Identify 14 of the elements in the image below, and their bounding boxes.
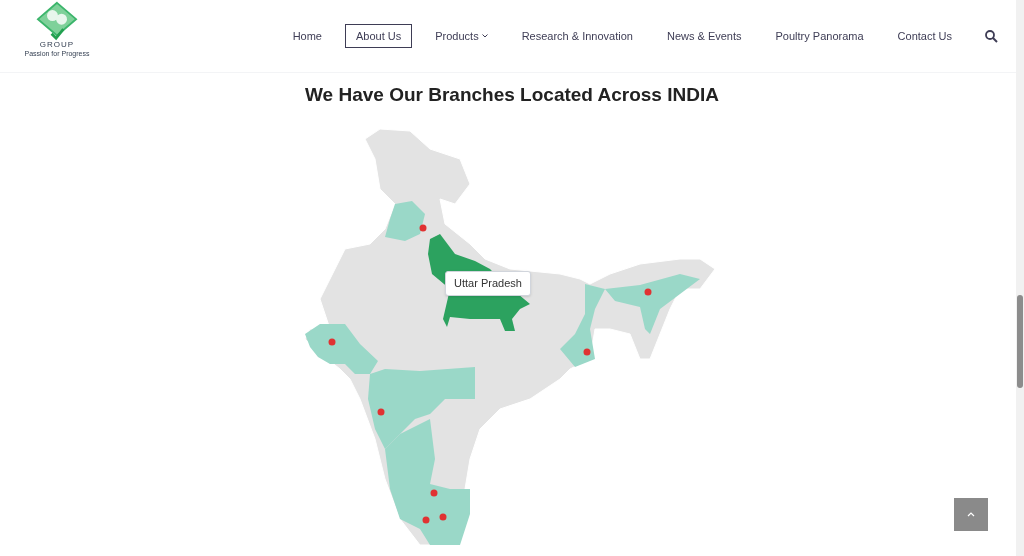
nav-link[interactable]: News & Events — [655, 23, 753, 49]
chevron-up-icon — [967, 512, 975, 517]
nav-link[interactable]: Home — [281, 23, 333, 49]
nav-link[interactable]: Contact Us — [886, 23, 963, 49]
map-tooltip: Uttar Pradesh — [445, 271, 531, 296]
logo-icon — [34, 1, 80, 41]
section-heading: We Have Our Branches Located Across INDIA — [305, 83, 719, 107]
nav-link[interactable]: Products — [424, 23, 499, 49]
scrollbar[interactable] — [1016, 0, 1024, 556]
nav-link[interactable]: Research & Innovation — [510, 23, 644, 49]
search-icon[interactable] — [985, 29, 998, 43]
nav-link[interactable]: Poultry Panorama — [764, 23, 875, 49]
logo-group-text: GROUP — [39, 41, 75, 49]
nav-link[interactable]: About Us — [344, 23, 413, 49]
